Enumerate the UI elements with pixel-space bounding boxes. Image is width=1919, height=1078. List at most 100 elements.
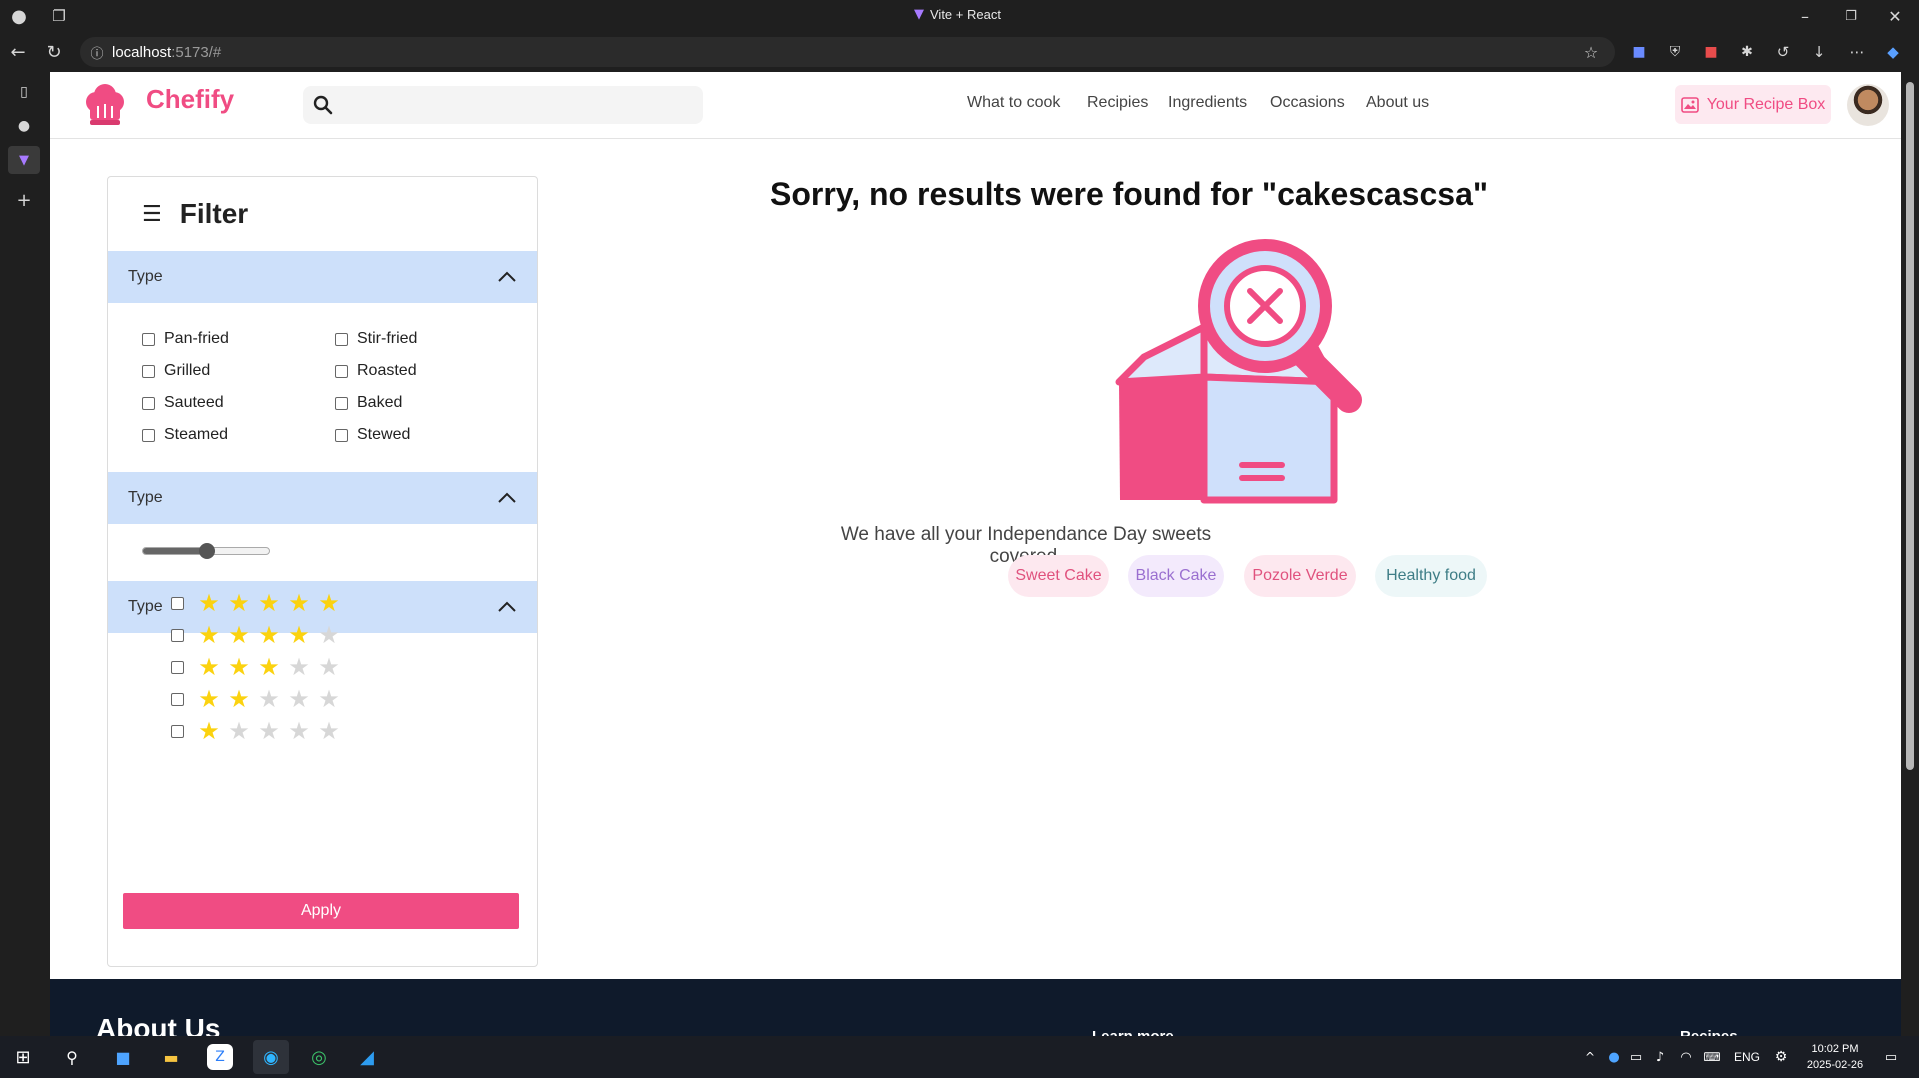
chip-black-cake[interactable]: Black Cake xyxy=(1128,555,1224,597)
tray-app-icon[interactable]: ● xyxy=(1604,1046,1624,1068)
user-avatar[interactable] xyxy=(1847,84,1889,126)
chip-pozole-verde[interactable]: Pozole Verde xyxy=(1244,555,1356,597)
address-bar[interactable]: ⓘ localhost:5173/# ☆ xyxy=(80,37,1615,67)
battery-icon[interactable]: ▭ xyxy=(1626,1046,1646,1068)
star-filled-icon: ★ xyxy=(198,589,220,617)
chef-hat-logo-icon[interactable] xyxy=(82,82,128,128)
checkbox[interactable] xyxy=(142,332,155,346)
language-indicator[interactable]: ENG xyxy=(1734,1050,1760,1064)
nav-occasions[interactable]: Occasions xyxy=(1270,94,1345,112)
extension-shield-icon[interactable]: ⛨ xyxy=(1664,41,1686,63)
notifications-icon[interactable]: ▭ xyxy=(1880,1046,1902,1068)
vscode-icon[interactable]: ◢ xyxy=(354,1044,380,1070)
filter-header: ☰ Filter xyxy=(108,177,537,251)
rating-checkbox[interactable] xyxy=(171,724,184,738)
extensions-icon[interactable]: ✱ xyxy=(1736,41,1758,63)
checkbox-grilled[interactable]: Grilled xyxy=(142,362,210,380)
file-explorer-icon[interactable]: ▬ xyxy=(158,1044,184,1070)
recipe-box-button[interactable]: Your Recipe Box xyxy=(1675,85,1831,124)
tray-chevron-up-icon[interactable]: ^ xyxy=(1580,1046,1600,1068)
star-empty-icon: ★ xyxy=(318,621,340,649)
minimize-button[interactable]: – xyxy=(1790,4,1820,28)
profile-icon[interactable]: ● xyxy=(6,4,32,28)
search-input[interactable] xyxy=(303,86,703,124)
search-taskbar-icon[interactable]: ⚲ xyxy=(60,1045,84,1069)
copilot-icon[interactable]: ◆ xyxy=(1882,41,1904,63)
extension-red-icon[interactable]: ■ xyxy=(1700,41,1722,63)
close-button[interactable]: ✕ xyxy=(1880,4,1910,28)
checkbox[interactable] xyxy=(335,364,348,378)
history-icon[interactable]: ↺ xyxy=(1772,41,1794,63)
add-icon[interactable]: + xyxy=(12,188,36,212)
info-icon[interactable]: ⓘ xyxy=(88,43,106,62)
clock[interactable]: 10:02 PM 2025-02-26 xyxy=(1800,1041,1870,1073)
edge-icon[interactable]: ◉ xyxy=(253,1040,289,1074)
checkbox[interactable] xyxy=(335,428,348,442)
more-icon[interactable]: ⋯ xyxy=(1846,41,1868,63)
browser-toolbar: ← ↻ ⓘ localhost:5173/# ☆ ■ ⛨ ■ ✱ ↺ ↓ ⋯ ◆ xyxy=(0,32,1919,72)
nav-what-to-cook[interactable]: What to cook xyxy=(967,94,1060,112)
rating-row-2[interactable]: ★ ★ ★ ★ ★ xyxy=(171,687,340,711)
rating-row-4[interactable]: ★ ★ ★ ★ ★ xyxy=(171,623,340,647)
reload-icon[interactable]: ↻ xyxy=(42,40,66,64)
chevron-up-icon[interactable] xyxy=(497,271,517,283)
checkbox[interactable] xyxy=(142,396,155,410)
chevron-up-icon[interactable] xyxy=(497,492,517,504)
rating-checkbox[interactable] xyxy=(171,692,184,706)
checkbox-stir-fried[interactable]: Stir-fried xyxy=(335,330,417,348)
checkbox-stewed[interactable]: Stewed xyxy=(335,426,410,444)
keyboard-icon[interactable]: ⌨ xyxy=(1700,1046,1724,1068)
github-icon[interactable]: ● xyxy=(12,114,36,138)
scrollbar-thumb[interactable] xyxy=(1906,82,1914,770)
wifi-icon[interactable]: ◠ xyxy=(1676,1046,1696,1068)
filter-section-time-header[interactable]: Type xyxy=(108,472,537,524)
checkbox-roasted[interactable]: Roasted xyxy=(335,362,417,380)
extension-translate-icon[interactable]: ■ xyxy=(1628,41,1650,63)
checkbox[interactable] xyxy=(142,428,155,442)
windows-start-icon[interactable]: ⊞ xyxy=(10,1045,36,1069)
zalo-icon[interactable]: Z xyxy=(207,1044,233,1070)
favorite-star-icon[interactable]: ☆ xyxy=(1580,41,1602,63)
rating-row-5[interactable]: ★ ★ ★ ★ ★ xyxy=(171,591,340,615)
rating-checkbox[interactable] xyxy=(171,596,184,610)
download-icon[interactable]: ↓ xyxy=(1808,41,1830,63)
back-icon[interactable]: ← xyxy=(6,40,30,64)
window-title: ▼ Vite + React xyxy=(914,7,1001,22)
rating-checkbox[interactable] xyxy=(171,628,184,642)
range-slider[interactable] xyxy=(142,543,270,559)
chip-healthy-food[interactable]: Healthy food xyxy=(1375,555,1487,597)
checkbox-label: Grilled xyxy=(164,362,211,379)
rating-row-1[interactable]: ★ ★ ★ ★ ★ xyxy=(171,719,340,743)
rating-checkbox[interactable] xyxy=(171,660,184,674)
store-icon[interactable]: ■ xyxy=(110,1044,136,1070)
checkbox[interactable] xyxy=(142,364,155,378)
os-taskbar: ⊞ ⚲ ■ ▬ Z ◉ ◎ ◢ ^ ● ▭ ♪ ◠ ⌨ ENG ⚙ 10:02 … xyxy=(0,1036,1919,1078)
volume-icon[interactable]: ♪ xyxy=(1650,1046,1670,1068)
checkbox[interactable] xyxy=(335,396,348,410)
settings-gear-icon[interactable]: ⚙ xyxy=(1770,1046,1792,1068)
checkbox-pan-fried[interactable]: Pan-fried xyxy=(142,330,229,348)
tabs-icon[interactable]: ❐ xyxy=(46,4,72,28)
rating-row-3[interactable]: ★ ★ ★ ★ ★ xyxy=(171,655,340,679)
slider-thumb[interactable] xyxy=(199,543,215,559)
brand-name[interactable]: Chefify xyxy=(146,84,234,115)
nav-recipies[interactable]: Recipies xyxy=(1087,94,1148,112)
nav-ingredients[interactable]: Ingredients xyxy=(1168,94,1247,112)
chevron-up-icon[interactable] xyxy=(497,601,517,613)
vite-tab-icon[interactable]: ▼ xyxy=(8,146,40,174)
checkbox-sauteed[interactable]: Sauteed xyxy=(142,394,224,412)
chrome-canary-icon[interactable]: ◎ xyxy=(306,1044,332,1070)
star-filled-icon: ★ xyxy=(258,589,280,617)
chip-sweet-cake[interactable]: Sweet Cake xyxy=(1008,555,1109,597)
menu-icon[interactable]: ☰ xyxy=(142,202,162,227)
star-empty-icon: ★ xyxy=(258,717,280,745)
page-scrollbar[interactable] xyxy=(1901,72,1919,1036)
checkbox[interactable] xyxy=(335,332,348,346)
filter-section-type-header[interactable]: Type xyxy=(108,251,537,303)
nav-about-us[interactable]: About us xyxy=(1366,94,1429,112)
checkbox-steamed[interactable]: Steamed xyxy=(142,426,228,444)
checkbox-baked[interactable]: Baked xyxy=(335,394,402,412)
restore-button[interactable]: ❐ xyxy=(1836,4,1866,28)
apply-button[interactable]: Apply xyxy=(123,893,519,929)
tab-overview-icon[interactable]: ▯ xyxy=(12,80,36,104)
